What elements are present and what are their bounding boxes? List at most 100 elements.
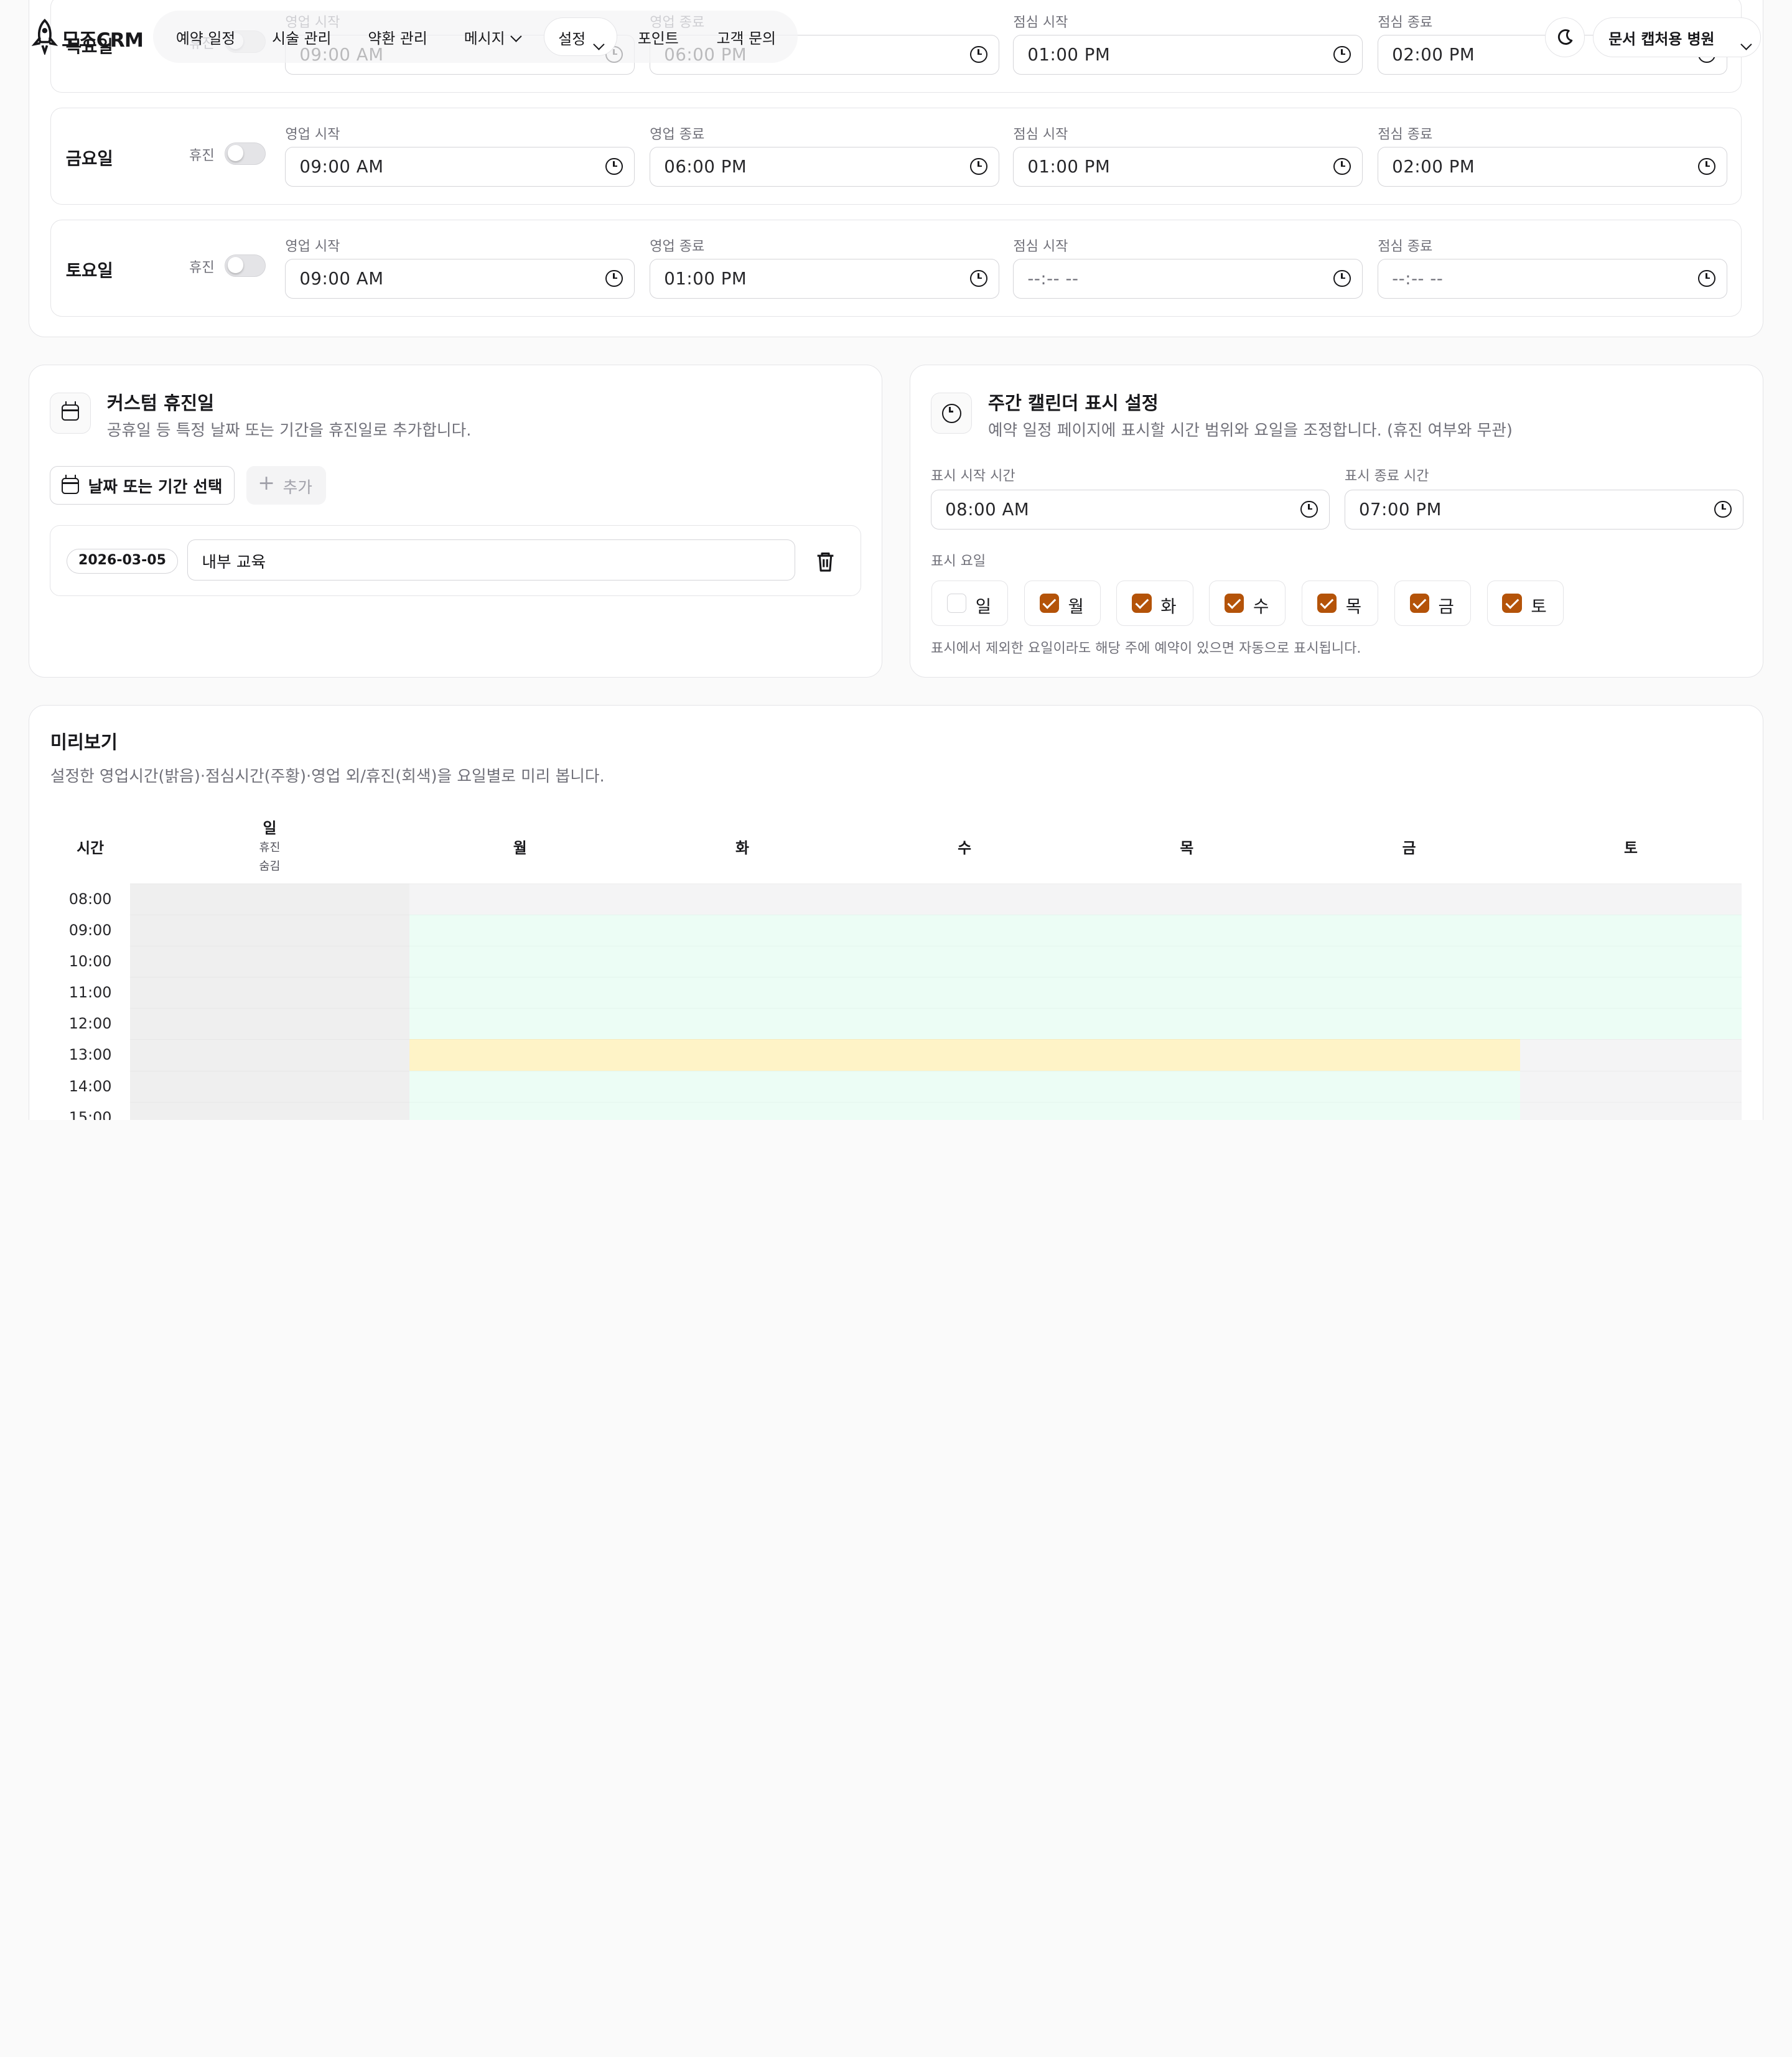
checked-icon	[1039, 594, 1059, 613]
time-input-lunch-start[interactable]: 01:00 PM	[1013, 35, 1363, 75]
time-column-header: 시간	[77, 839, 105, 857]
preview-cell	[1519, 1008, 1742, 1040]
preview-cell	[630, 1070, 854, 1102]
field-label: 점심 시작	[1013, 14, 1068, 30]
display-end-label: 표시 종료 시간	[1344, 468, 1429, 484]
time-input-lunch-end[interactable]: --:-- --	[1378, 259, 1728, 299]
column-header-day: 월	[513, 839, 527, 857]
holiday-name-input[interactable]: 내부 교육	[187, 539, 796, 581]
logo[interactable]: 모조CRM	[30, 18, 144, 55]
field-label: 영업 종료	[650, 238, 705, 254]
preview-cell	[854, 1008, 1076, 1040]
nav-schedule[interactable]: 예약 일정	[176, 26, 235, 48]
preview-cell	[1075, 883, 1299, 915]
nav-points[interactable]: 포인트	[638, 26, 679, 48]
clock-icon	[605, 157, 623, 175]
time-row-label: 10:00	[68, 953, 112, 971]
column-header-day: 일	[263, 819, 277, 837]
checkbox-icon	[946, 594, 966, 613]
checked-icon	[1317, 594, 1337, 613]
checked-icon	[1409, 594, 1429, 613]
field-label: 점심 종료	[1378, 238, 1433, 254]
column-header-day: 금	[1402, 839, 1416, 857]
time-input-open-end[interactable]: 01:00 PM	[650, 259, 1000, 299]
display-day-label: 목	[1345, 597, 1362, 617]
preview-cell	[1298, 914, 1520, 946]
time-row-label: 12:00	[68, 1015, 112, 1033]
display-day-checkbox[interactable]: 금	[1394, 581, 1471, 627]
display-day-checkbox[interactable]: 목	[1302, 581, 1379, 627]
time-value: 02:00 PM	[1392, 44, 1475, 65]
preview-cell	[1075, 914, 1299, 946]
preview-cell	[854, 946, 1076, 977]
trash-icon[interactable]	[815, 550, 836, 573]
display-day-checkbox[interactable]: 토	[1486, 581, 1564, 627]
theme-toggle-button[interactable]	[1545, 17, 1585, 57]
clock-icon	[1300, 500, 1318, 518]
day-name: 금요일	[65, 149, 113, 169]
display-day-checkbox[interactable]: 월	[1024, 581, 1101, 627]
preview-cell	[409, 914, 631, 946]
clock-icon	[605, 269, 623, 287]
display-day-label: 수	[1253, 597, 1269, 617]
closed-toggle[interactable]	[224, 254, 266, 278]
chevron-down-icon	[510, 30, 522, 42]
display-start-input[interactable]: 08:00 AM	[931, 490, 1330, 530]
closed-toggle[interactable]	[224, 142, 266, 166]
holiday-name-value: 내부 교육	[202, 553, 266, 572]
preview-cell	[409, 977, 631, 1009]
preview-cell	[130, 1039, 409, 1071]
time-input-lunch-start[interactable]: 01:00 PM	[1013, 147, 1363, 187]
display-day-label: 월	[1068, 597, 1084, 617]
column-header-status: 휴진	[259, 841, 281, 855]
closed-label: 휴진	[189, 148, 215, 164]
date-range-select-label: 날짜 또는 기간 선택	[88, 478, 223, 497]
add-holiday-button[interactable]: + 추가	[246, 465, 327, 505]
column-header-status: 숨김	[259, 859, 281, 873]
calendar-icon-box	[49, 392, 91, 434]
nav-message[interactable]: 메시지	[464, 26, 522, 48]
clock-icon	[1333, 157, 1351, 175]
preview-cell	[1519, 883, 1742, 915]
clock-icon	[1698, 269, 1715, 287]
preview-cell	[630, 1101, 854, 1120]
time-input-lunch-start[interactable]: --:-- --	[1013, 259, 1363, 299]
holiday-entry: 2026-03-05 내부 교육	[49, 525, 861, 596]
time-row-label: 11:00	[68, 984, 112, 1002]
time-value: --:-- --	[1027, 268, 1079, 289]
toggle-knob	[227, 145, 244, 162]
preview-cell	[1519, 946, 1742, 977]
date-range-select-button[interactable]: 날짜 또는 기간 선택	[49, 465, 235, 505]
preview-cell	[630, 883, 854, 915]
nav-treatment[interactable]: 시술 관리	[272, 26, 331, 48]
clock-icon	[970, 157, 987, 175]
display-day-checkbox[interactable]: 일	[931, 581, 1008, 627]
preview-cell	[1298, 1039, 1520, 1071]
time-input-open-start[interactable]: 09:00 AM	[285, 259, 635, 299]
day-row: 금요일 휴진 영업 시작 09:00 AM 영업 종료 06:00 PM 점심 시작 01:0…	[50, 107, 1742, 205]
nav-settings[interactable]: 설정	[544, 17, 617, 56]
time-input-open-start[interactable]: 09:00 AM	[285, 147, 635, 187]
nav-drugs[interactable]: 약환 관리	[368, 26, 427, 48]
preview-cell	[409, 1101, 631, 1120]
calendar-plus-icon	[62, 474, 79, 494]
clock-icon	[1714, 500, 1732, 518]
time-row-label: 15:00	[68, 1108, 112, 1120]
display-day-checkbox[interactable]: 화	[1116, 581, 1193, 627]
preview-cell	[130, 1101, 409, 1120]
display-end-input[interactable]: 07:00 PM	[1344, 490, 1743, 530]
time-input-lunch-end[interactable]: 02:00 PM	[1378, 147, 1728, 187]
rocket-icon	[31, 19, 58, 55]
custom-holidays-card: 커스텀 휴진일 공휴일 등 특정 날짜 또는 기간을 휴진일로 추가합니다. 날…	[28, 364, 882, 678]
display-start-value: 08:00 AM	[945, 499, 1030, 520]
display-day-checkbox[interactable]: 수	[1209, 581, 1286, 627]
nav-inquiry[interactable]: 고객 문의	[717, 26, 776, 48]
time-input-open-end[interactable]: 06:00 PM	[650, 147, 1000, 187]
clinic-selector[interactable]: 문서 캡처용 병원	[1593, 17, 1762, 57]
preview-cell	[630, 1039, 854, 1071]
preview-subtitle: 설정한 영업시간(밝음)·점심시간(주황)·영업 외/휴진(회색)을 요일별로 …	[50, 767, 605, 786]
preview-cell	[630, 914, 854, 946]
weekly-display-card: 주간 캘린더 표시 설정 예약 일정 페이지에 표시할 시간 범위와 요일을 조…	[910, 364, 1763, 678]
clock-icon	[941, 403, 961, 423]
time-value: 09:00 AM	[299, 268, 384, 289]
